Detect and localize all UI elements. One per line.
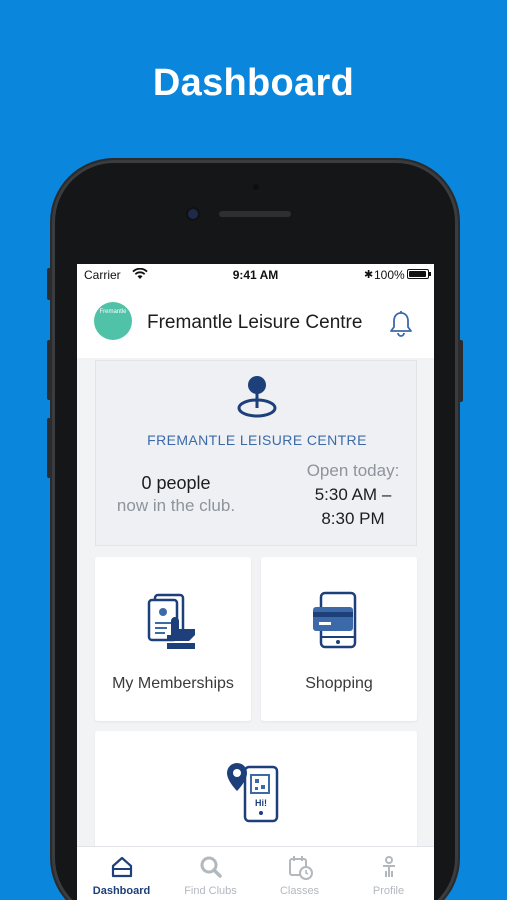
power-button [458, 340, 463, 402]
open-today-label: Open today: [306, 461, 400, 480]
club-info-card[interactable]: FREMANTLE LEISURE CENTRE 0 people now in… [95, 360, 417, 546]
checkin-badge-text: Hi! [255, 798, 267, 808]
my-memberships-label: My Memberships [112, 675, 234, 692]
club-location-label: FREMANTLE LEISURE CENTRE [147, 432, 367, 448]
nav-profile-label: Profile [372, 885, 405, 897]
people-count: 0 people [141, 473, 211, 493]
club-logo[interactable]: Fremantle [94, 302, 132, 340]
qr-checkin-icon: Hi! [227, 763, 279, 823]
status-bar: Carrier 9:41 AM ✱ 100% [77, 264, 434, 286]
battery-percent: 100% [374, 268, 405, 282]
app-screen: Carrier 9:41 AM ✱ 100% Fremantle Fremant… [77, 264, 434, 900]
earpiece-speaker [219, 211, 291, 217]
shopping-label: Shopping [305, 675, 373, 692]
promo-title: Dashboard [152, 62, 355, 104]
nav-find-clubs-label: Find Clubs [184, 885, 237, 897]
nav-find-clubs[interactable]: Find Clubs [166, 847, 255, 900]
phone-card-payment-icon [313, 591, 357, 649]
shopping-tile[interactable]: Shopping [261, 557, 417, 721]
club-logo-text: Fremantle [99, 309, 127, 315]
membership-card-icon [147, 593, 195, 649]
my-memberships-tile[interactable]: My Memberships [95, 557, 251, 721]
open-hours: 5:30 AM – 8:30 PM [278, 483, 428, 531]
people-count-caption: now in the club. [116, 496, 236, 515]
nav-dashboard[interactable]: Dashboard [77, 847, 166, 900]
nav-classes[interactable]: Classes [255, 847, 344, 900]
club-name[interactable]: Fremantle Leisure Centre [147, 312, 362, 334]
calendar-clock-icon [289, 856, 313, 880]
location-pin-icon [237, 376, 277, 418]
bottom-nav: Dashboard Find Clubs Classes Profile [77, 846, 434, 900]
app-header: Fremantle Fremantle Leisure Centre [77, 286, 434, 358]
bell-icon[interactable] [388, 310, 414, 338]
search-icon [200, 856, 222, 878]
home-icon [111, 856, 133, 878]
nav-dashboard-label: Dashboard [92, 885, 151, 897]
open-hours-start: 5:30 AM – [314, 485, 392, 504]
person-icon [383, 856, 395, 877]
nav-profile[interactable]: Profile [344, 847, 433, 900]
proximity-sensor [253, 184, 259, 190]
front-camera [188, 209, 198, 219]
open-hours-end: 8:30 PM [321, 509, 385, 528]
check-in-tile[interactable]: Hi! [95, 731, 417, 861]
battery-icon [407, 269, 431, 279]
nav-classes-label: Classes [279, 885, 320, 897]
bluetooth-icon: ✱ [364, 269, 374, 281]
